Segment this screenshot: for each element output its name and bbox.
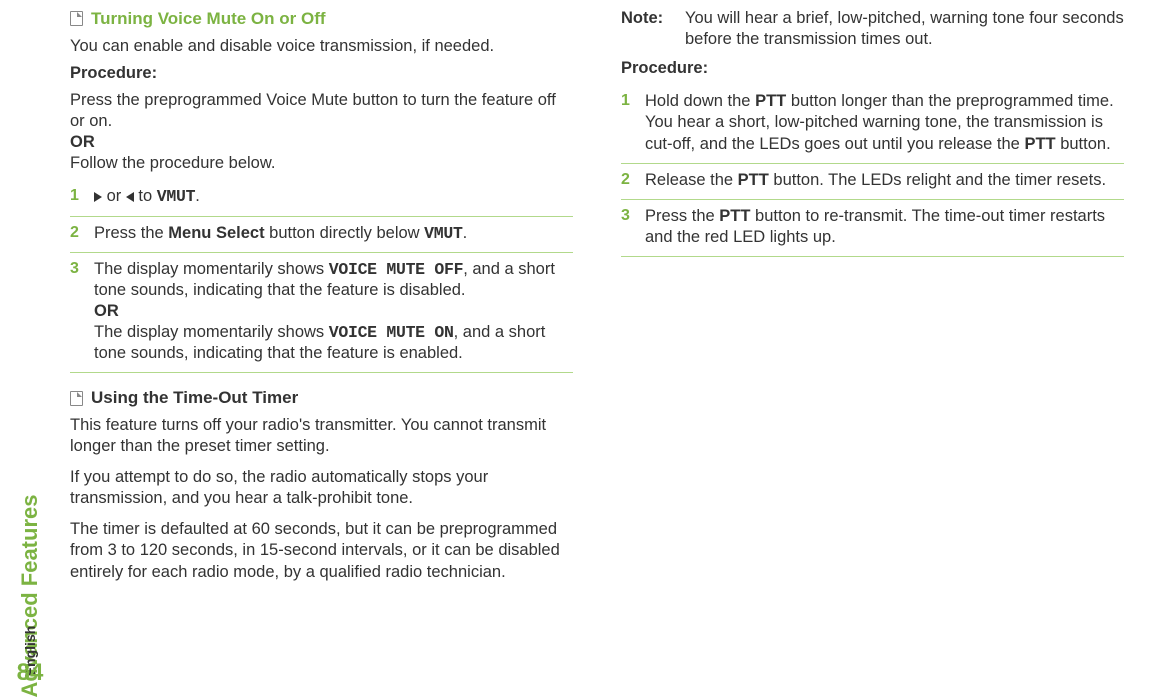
step-text: The display momentarily shows: [94, 260, 329, 278]
step-number: 1: [70, 186, 79, 206]
page-number: 84: [17, 659, 44, 687]
step-text: Hold down the: [645, 92, 755, 110]
section-title: Turning Voice Mute On or Off: [91, 8, 326, 30]
step-text: .: [195, 187, 200, 205]
step-number: 3: [621, 206, 630, 226]
section-title: Using the Time-Out Timer: [91, 387, 298, 409]
step-text: Press the: [645, 207, 719, 225]
step-text: to: [134, 187, 157, 205]
steps-list: 1 or to VMUT. 2 Press the Menu Select bu…: [70, 180, 573, 373]
step-text: The display momentarily shows: [94, 323, 329, 341]
procedure-pre-a: Press the preprogrammed Voice Mute butto…: [70, 90, 573, 132]
note-label: Note:: [621, 8, 675, 50]
section-heading: Using the Time-Out Timer: [70, 387, 573, 409]
step-number: 3: [70, 259, 79, 279]
procedure-pre-b: Follow the procedure below.: [70, 153, 573, 174]
step-text: button directly below: [265, 224, 425, 242]
right-arrow-icon: [94, 192, 102, 202]
display-text: VMUT: [157, 187, 195, 206]
button-name: PTT: [738, 171, 769, 189]
step-item: 1 or to VMUT.: [70, 180, 573, 216]
button-name: PTT: [719, 207, 750, 225]
step-item: 3 The display momentarily shows VOICE MU…: [70, 253, 573, 374]
step-number: 1: [621, 91, 630, 111]
button-name: PTT: [1024, 135, 1055, 153]
step-text: button. The LEDs relight and the timer r…: [769, 171, 1106, 189]
spine: Advanced Features English 84: [0, 0, 60, 699]
body-text: If you attempt to do so, the radio autom…: [70, 467, 573, 509]
document-icon: [70, 391, 83, 406]
body-text: The timer is defaulted at 60 seconds, bu…: [70, 519, 573, 582]
procedure-label: Procedure:: [621, 58, 1124, 79]
left-arrow-icon: [126, 192, 134, 202]
or-label: OR: [70, 132, 573, 153]
display-text: VOICE MUTE OFF: [329, 260, 463, 279]
step-number: 2: [70, 223, 79, 243]
button-name: Menu Select: [168, 224, 264, 242]
step-number: 2: [621, 170, 630, 190]
display-text: VOICE MUTE ON: [329, 323, 454, 342]
page: Advanced Features English 84 Turning Voi…: [0, 0, 1164, 699]
body-text: This feature turns off your radio's tran…: [70, 415, 573, 457]
step-item: 1 Hold down the PTT button longer than t…: [621, 85, 1124, 163]
steps-list: 1 Hold down the PTT button longer than t…: [621, 85, 1124, 257]
content-columns: Turning Voice Mute On or Off You can ena…: [60, 0, 1164, 699]
display-text: VMUT: [424, 224, 462, 243]
step-text: Release the: [645, 171, 738, 189]
procedure-label: Procedure:: [70, 63, 573, 84]
step-text: Press the: [94, 224, 168, 242]
section-heading: Turning Voice Mute On or Off: [70, 8, 573, 30]
right-column: Note: You will hear a brief, low-pitched…: [621, 8, 1124, 679]
step-text: button.: [1056, 135, 1111, 153]
intro-text: You can enable and disable voice transmi…: [70, 36, 573, 57]
or-label: OR: [94, 302, 119, 320]
document-icon: [70, 11, 83, 26]
step-text: .: [463, 224, 468, 242]
note-body: You will hear a brief, low-pitched, warn…: [685, 8, 1124, 50]
note: Note: You will hear a brief, low-pitched…: [621, 8, 1124, 50]
step-item: 3 Press the PTT button to re-transmit. T…: [621, 200, 1124, 257]
left-column: Turning Voice Mute On or Off You can ena…: [70, 8, 573, 679]
step-text: or: [102, 187, 126, 205]
step-item: 2 Press the Menu Select button directly …: [70, 217, 573, 253]
button-name: PTT: [755, 92, 786, 110]
step-item: 2 Release the PTT button. The LEDs relig…: [621, 164, 1124, 200]
